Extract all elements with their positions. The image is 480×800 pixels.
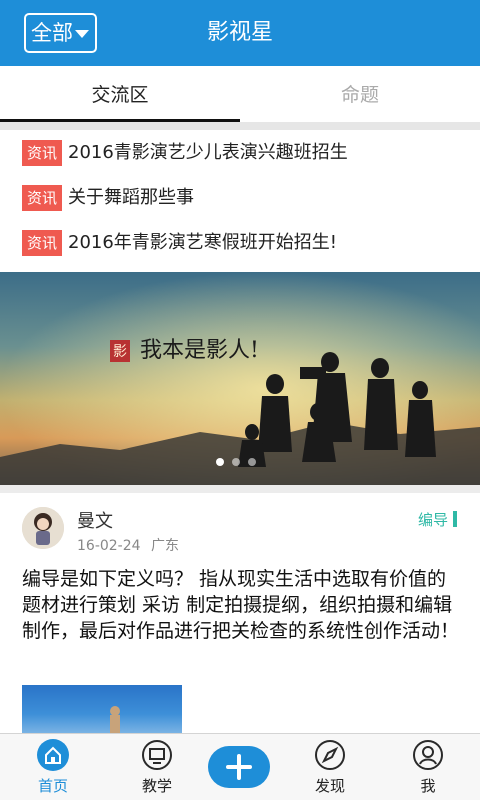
- carousel-dot[interactable]: [216, 458, 224, 466]
- plus-icon: [226, 754, 252, 780]
- post-image[interactable]: [22, 685, 182, 733]
- nav-teaching[interactable]: 教学: [109, 734, 205, 800]
- seal-text: 影: [113, 344, 127, 360]
- carousel-dot[interactable]: [232, 458, 240, 466]
- filter-dropdown[interactable]: 全部: [24, 13, 97, 53]
- post-date: 16-02-24: [77, 538, 141, 554]
- tab-exchange[interactable]: 交流区: [0, 66, 240, 122]
- carousel-indicator: [214, 458, 264, 468]
- nav-home[interactable]: 首页: [5, 734, 101, 800]
- tab-topics[interactable]: 命题: [240, 66, 480, 122]
- user-icon: [413, 740, 443, 770]
- news-list: 资讯 2016青影演艺少儿表演兴趣班招生 资讯 关于舞蹈那些事 资讯 2016年…: [0, 130, 480, 272]
- nav-home-label: 首页: [37, 777, 68, 795]
- avatar[interactable]: [22, 507, 64, 549]
- post-card[interactable]: 曼文 16-02-24 广东 编导 编导是如下定义吗？ 指从现实生活中选取有价值…: [0, 493, 480, 733]
- compass-icon: [315, 740, 345, 770]
- news-tag: 资讯: [22, 230, 62, 256]
- nav-discover[interactable]: 发现: [282, 734, 378, 800]
- filter-label: 全部: [31, 21, 73, 45]
- news-title: 2016青影演艺少儿表演兴趣班招生: [68, 142, 348, 163]
- nav-me-label: 我: [420, 777, 436, 795]
- nav-me[interactable]: 我: [380, 734, 476, 800]
- news-tag: 资讯: [22, 140, 62, 166]
- post-location: 广东: [151, 538, 179, 554]
- banner-carousel[interactable]: 影 我本是影人!: [0, 272, 480, 485]
- section-divider: [0, 485, 480, 493]
- monitor-icon: [142, 740, 172, 770]
- category-label[interactable]: 编导: [418, 509, 448, 530]
- banner-image: 影 我本是影人!: [0, 272, 480, 485]
- category-marker: [453, 511, 457, 527]
- post-meta: 16-02-24 广东: [77, 535, 179, 555]
- banner-slogan: 我本是影人!: [140, 338, 259, 363]
- news-tag: 资讯: [22, 185, 62, 211]
- nav-discover-label: 发现: [314, 777, 345, 795]
- carousel-dot[interactable]: [248, 458, 256, 466]
- nav-teaching-label: 教学: [141, 777, 172, 795]
- divider: [0, 122, 480, 130]
- home-icon: [37, 739, 69, 771]
- app-header: 影视星 全部: [0, 0, 480, 66]
- add-post-button[interactable]: [208, 746, 270, 788]
- author-name[interactable]: 曼文: [77, 507, 113, 533]
- post-body[interactable]: 编导是如下定义吗？ 指从现实生活中选取有价值的题材进行策划 采访 制定拍摄提纲，…: [22, 566, 462, 644]
- tab-bar: 交流区 命题: [0, 66, 480, 122]
- caret-down-icon: [75, 30, 89, 38]
- news-title: 关于舞蹈那些事: [68, 187, 194, 208]
- news-title: 2016年青影演艺寒假班开始招生!: [68, 232, 338, 253]
